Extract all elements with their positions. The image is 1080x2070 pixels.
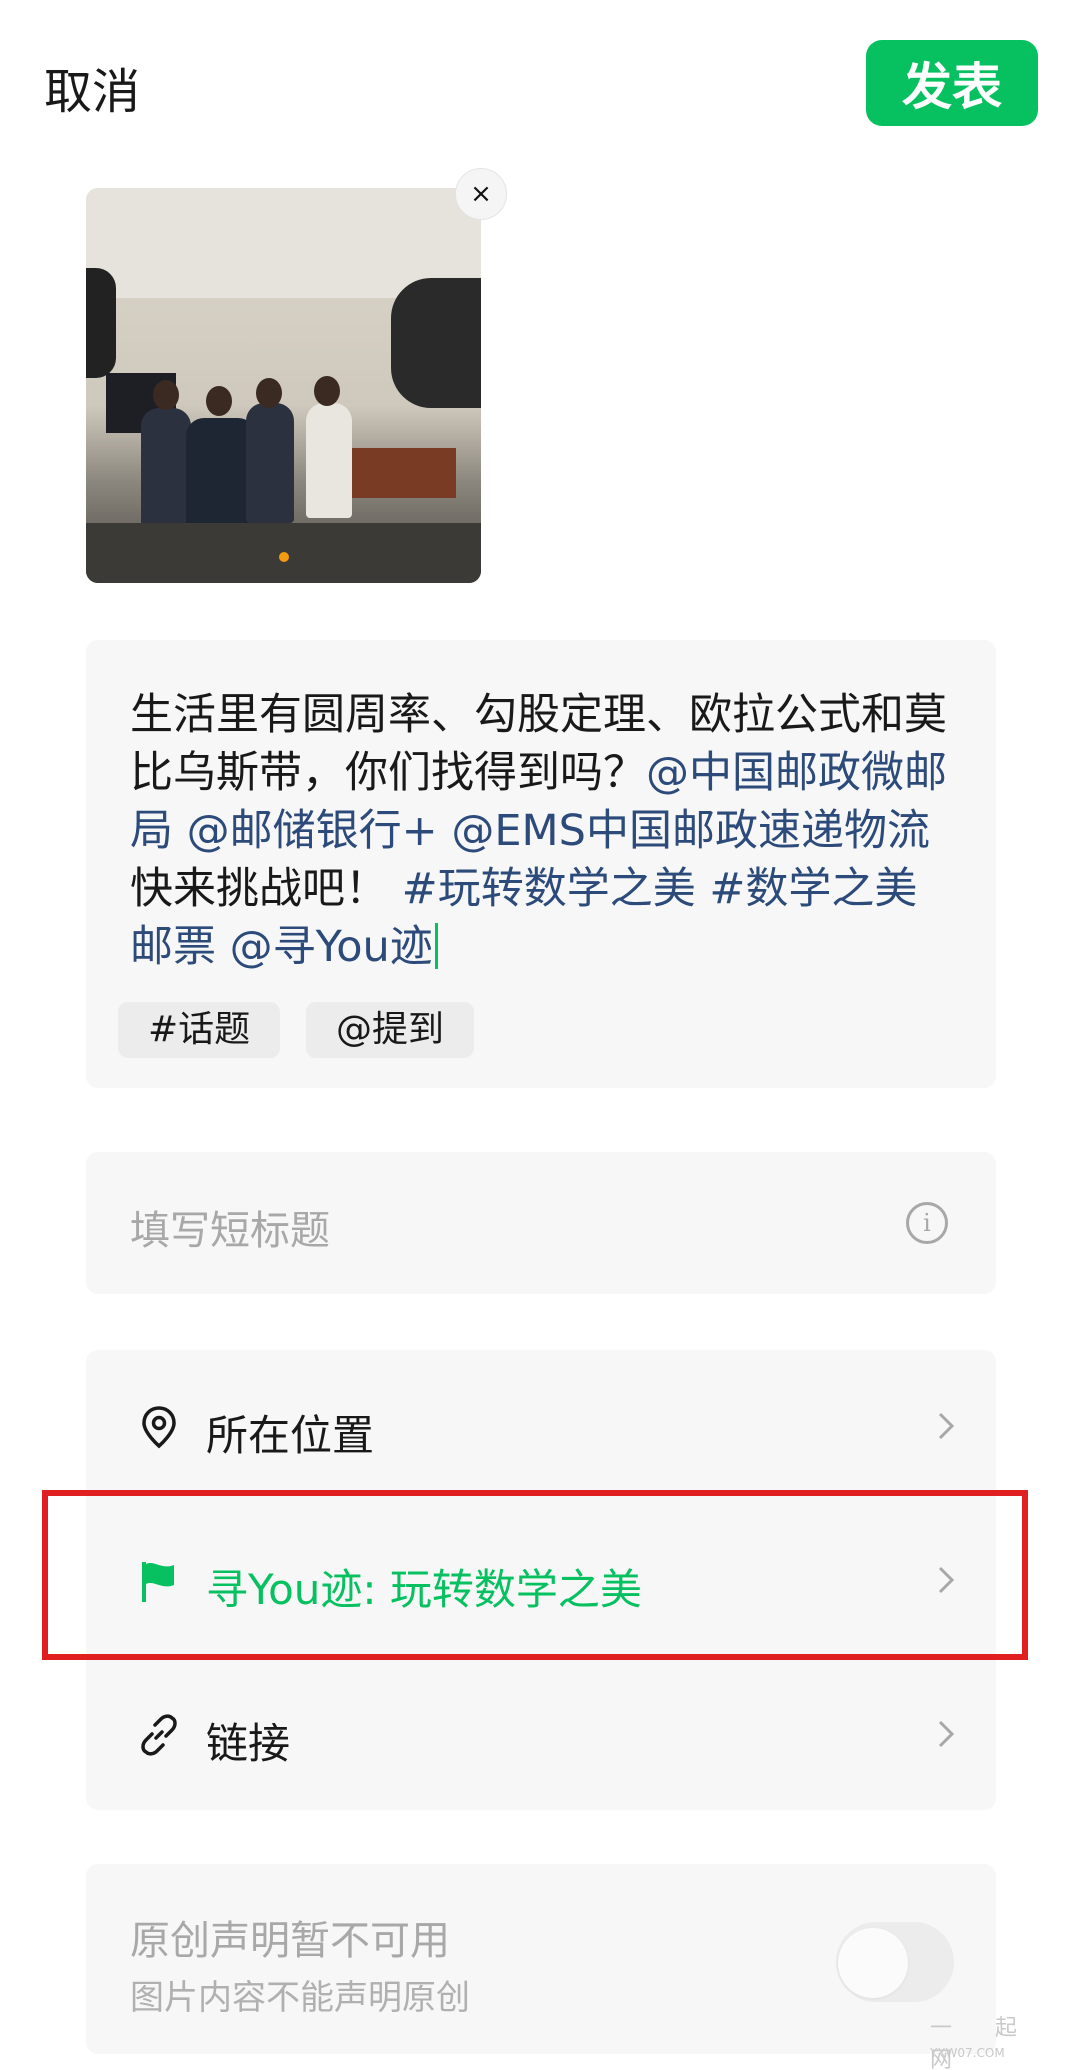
post-text-content[interactable]: 生活里有圆周率、勾股定理、欧拉公式和莫比乌斯带，你们找得到吗？@中国邮政微邮局 … [130,686,960,976]
location-label: 所在位置 [206,1411,375,1460]
location-option[interactable]: 所在位置 [86,1350,996,1504]
photo-head [206,386,232,416]
chevron-right-icon [938,1412,955,1440]
chevron-right-icon [938,1720,955,1748]
watermark-url: YXW07.COM [930,2046,1005,2060]
photo-desk [346,448,456,498]
link-icon [141,1714,177,1756]
text-cursor [434,923,438,969]
link-option[interactable]: 链接 [86,1658,996,1812]
post-text-area[interactable]: 生活里有圆周率、勾股定理、欧拉公式和莫比乌斯带，你们找得到吗？@中国邮政微邮局 … [86,640,996,1088]
publish-button[interactable]: 发表 [866,40,1038,126]
photo-softbox-right [391,278,481,408]
post-mention-link[interactable]: @EMS中国邮政速递物流 [451,806,930,856]
short-title-field[interactable]: 填写短标题 i [86,1152,996,1294]
short-title-placeholder: 填写短标题 [130,1208,330,1254]
post-mention-link[interactable]: #玩转数学之美 [402,864,696,914]
photo-person [141,408,191,538]
photo-person [306,403,352,518]
original-declaration-row: 原创声明暂不可用 图片内容不能声明原创 [86,1864,996,2054]
post-mention-link[interactable]: @寻You迹 [230,922,433,972]
post-mention-link[interactable]: @邮储银行+ [187,806,438,856]
photo-person [246,403,294,523]
photo-thumbnail[interactable] [86,188,481,583]
photo-head [314,376,340,406]
post-text-segment [216,922,230,972]
location-pin-icon [142,1406,176,1449]
info-icon[interactable]: i [906,1202,948,1244]
mention-chip-button[interactable]: @提到 [306,1002,475,1058]
photo-indicator-dot [279,552,289,562]
photo-softbox-left [86,268,116,378]
photo-head [256,378,282,408]
watermark-logo: 一 起 网 [930,2016,1035,2070]
photo-head [153,380,179,410]
post-text-segment: 快来挑战吧！ [130,864,402,914]
link-label: 链接 [206,1719,291,1768]
toggle-knob [838,1928,908,1998]
original-declaration-title: 原创声明暂不可用 [130,1918,450,1964]
post-text-segment [696,864,710,914]
original-declaration-subtitle: 图片内容不能声明原创 [130,1978,470,2018]
cancel-button[interactable]: 取消 [44,52,140,122]
post-text-segment [438,806,452,856]
post-text-segment [173,806,187,856]
highlight-annotation-box [42,1490,1028,1660]
original-toggle[interactable] [836,1922,954,2002]
remove-photo-button[interactable]: × [455,168,507,220]
topic-chip-button[interactable]: #话题 [118,1002,281,1058]
